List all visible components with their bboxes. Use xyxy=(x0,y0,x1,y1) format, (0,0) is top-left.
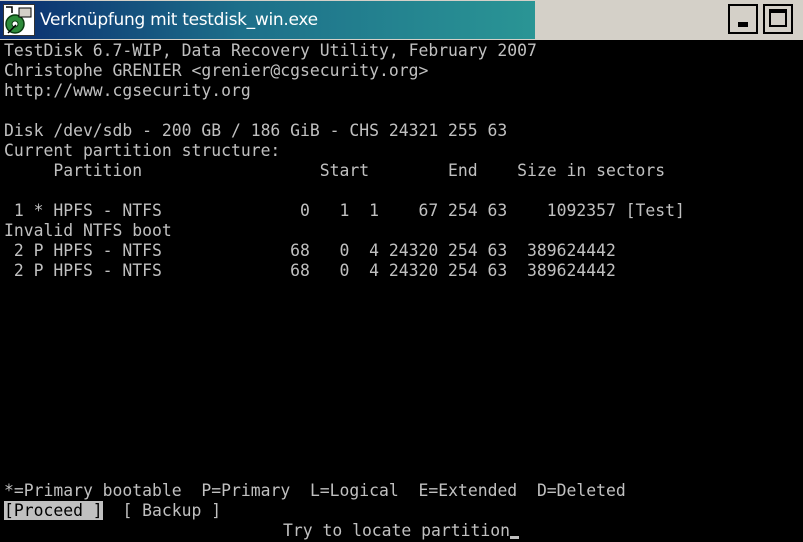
title-bar[interactable]: Verknüpfung mit testdisk_win.exe xyxy=(0,0,803,41)
minimize-button[interactable] xyxy=(728,4,758,34)
legend-primary-bootable: *=Primary bootable xyxy=(4,481,182,500)
maximize-icon xyxy=(769,9,787,27)
legend-extended: E=Extended xyxy=(418,481,518,500)
partition-warning: Invalid NTFS boot xyxy=(4,221,172,240)
console-area[interactable]: TestDisk 6.7-WIP, Data Recovery Utility,… xyxy=(4,41,799,541)
window-title: Verknüpfung mit testdisk_win.exe xyxy=(40,10,318,30)
status-line: Try to locate partition xyxy=(283,521,519,541)
partition-type-legend: *=Primary bootable P=Primary L=Logical E… xyxy=(4,481,626,501)
proceed-menu-item[interactable]: [Proceed ] xyxy=(4,501,103,520)
text-cursor xyxy=(509,536,519,539)
legend-primary: P=Primary xyxy=(201,481,291,500)
partition-row: 2 P HPFS - NTFS 68 0 4 24320 254 63 3896… xyxy=(4,261,616,280)
testdisk-app-icon[interactable] xyxy=(3,4,35,36)
legend-logical: L=Logical xyxy=(309,481,399,500)
disk-info-line: Disk /dev/sdb - 200 GB / 186 GiB - CHS 2… xyxy=(4,121,508,140)
console-window: Verknüpfung mit testdisk_win.exe TestDis… xyxy=(0,0,803,542)
title-bar-active-area[interactable]: Verknüpfung mit testdisk_win.exe xyxy=(0,1,535,39)
minimize-icon xyxy=(738,22,748,27)
backup-menu-item[interactable]: [ Backup ] xyxy=(122,501,221,520)
legend-deleted: D=Deleted xyxy=(536,481,626,500)
header-version-line: TestDisk 6.7-WIP, Data Recovery Utility,… xyxy=(4,41,537,60)
partition-row: 1 * HPFS - NTFS 0 1 1 67 254 63 1092357 … xyxy=(4,201,685,220)
action-menu: [Proceed ] [ Backup ] xyxy=(4,501,221,521)
status-message: Try to locate partition xyxy=(283,521,510,540)
header-author-line: Christophe GRENIER <grenier@cgsecurity.o… xyxy=(4,61,429,80)
partition-structure-label: Current partition structure: xyxy=(4,141,281,160)
maximize-button[interactable] xyxy=(763,4,793,34)
partition-table-header: Partition Start End Size in sectors xyxy=(4,161,666,180)
partition-row: 2 P HPFS - NTFS 68 0 4 24320 254 63 3896… xyxy=(4,241,616,260)
header-url-line: http://www.cgsecurity.org xyxy=(4,81,251,100)
